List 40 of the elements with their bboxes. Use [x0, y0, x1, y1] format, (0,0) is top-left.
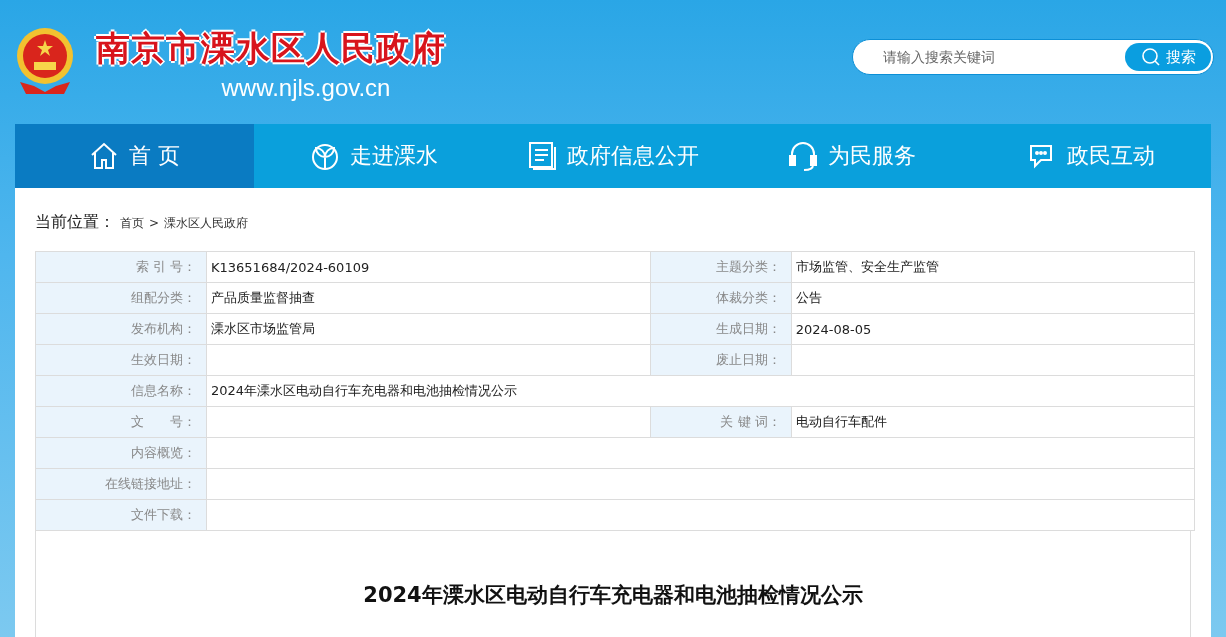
nav-tab[interactable]: 政民互动: [971, 124, 1211, 188]
field-value: 产品质量监督抽查: [211, 290, 315, 305]
field-label: 关 键 词：: [650, 406, 792, 438]
breadcrumb-link[interactable]: 首页: [120, 215, 144, 232]
breadcrumb-link[interactable]: 溧水区人民政府: [164, 215, 249, 232]
nav-tab[interactable]: 政府信息公开: [493, 124, 733, 188]
emblem-icon: [14, 26, 76, 96]
field-label: 废止日期：: [650, 344, 792, 376]
field-label: 内容概览：: [35, 437, 207, 469]
search-field[interactable]: 请输入搜索关键词 搜索: [852, 39, 1214, 75]
field-label: 发布机构：: [35, 313, 207, 345]
site-name: 南京市溧水区人民政府: [96, 27, 446, 70]
field-value: 2024年溧水区电动自行车充电器和电池抽检情况公示: [211, 383, 518, 398]
field-label: 组配分类：: [35, 282, 207, 314]
article-title: 2024年溧水区电动自行车充电器和电池抽检情况公示: [363, 582, 863, 609]
field-value: 市场监管、安全生产监管: [795, 259, 939, 274]
field-label: 在线链接地址：: [35, 468, 207, 500]
search-button[interactable]: 搜索: [1125, 43, 1211, 71]
field-label: 信息名称：: [35, 375, 207, 407]
nav-tab[interactable]: 走进溧水: [254, 124, 494, 188]
nav-tab[interactable]: 首 页: [15, 124, 255, 188]
field-value: 公告: [795, 290, 822, 305]
nav-tab[interactable]: 为民服务: [732, 124, 972, 188]
field-value: 电动自行车配件: [795, 414, 887, 429]
field-value: 溧水区市场监管局: [211, 321, 315, 336]
field-label: 索 引 号：: [35, 251, 207, 283]
field-value: K13651684/2024-60109: [211, 259, 370, 275]
breadcrumb-label: 当前位置：: [35, 212, 115, 233]
field-label: 生效日期：: [35, 344, 207, 376]
field-label: 生成日期：: [650, 313, 792, 345]
headset-icon: [788, 140, 819, 172]
breadcrumb-separator: >: [149, 216, 160, 230]
site-domain: www.njls.gov.cn: [220, 74, 391, 102]
field-label: 主题分类：: [650, 251, 792, 283]
field-label: 体裁分类：: [650, 282, 792, 314]
search-icon: [1140, 47, 1161, 67]
document-icon: [527, 140, 557, 172]
field-value: 2024-08-05: [795, 321, 872, 337]
field-label: 文件下载：: [35, 499, 207, 531]
field-label: 文 号：: [35, 406, 207, 438]
